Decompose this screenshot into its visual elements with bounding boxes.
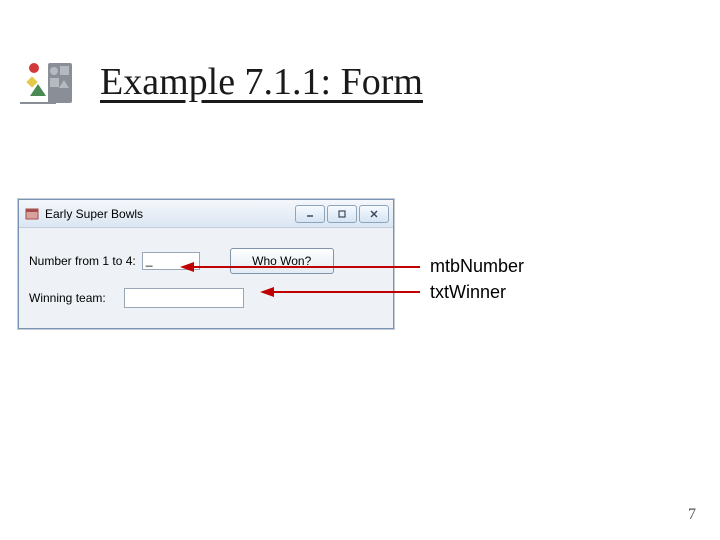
slide-title: Example 7.1.1: Form (100, 60, 700, 104)
label-winner: Winning team: (29, 291, 106, 305)
maximize-button[interactable] (327, 205, 357, 223)
annotation-mtb: mtbNumber (430, 256, 524, 277)
window-titlebar: Early Super Bowls (19, 200, 393, 228)
app-icon (25, 207, 39, 221)
label-number: Number from 1 to 4: (29, 254, 136, 268)
arrow-to-txt (260, 284, 420, 300)
minimize-button[interactable] (295, 205, 325, 223)
txt-winner-input[interactable] (124, 288, 244, 308)
arrow-to-mtb (180, 259, 420, 275)
slide-header: Example 7.1.1: Form (20, 60, 700, 104)
page-number: 7 (688, 506, 696, 524)
window-title: Early Super Bowls (45, 207, 295, 221)
slide-logo-icon (20, 58, 75, 113)
window-chrome-buttons (295, 205, 389, 223)
window-client-area: Number from 1 to 4: _ Who Won? Winning t… (19, 228, 393, 328)
annotation-txt: txtWinner (430, 282, 506, 303)
close-button[interactable] (359, 205, 389, 223)
input-value: _ (146, 253, 153, 267)
